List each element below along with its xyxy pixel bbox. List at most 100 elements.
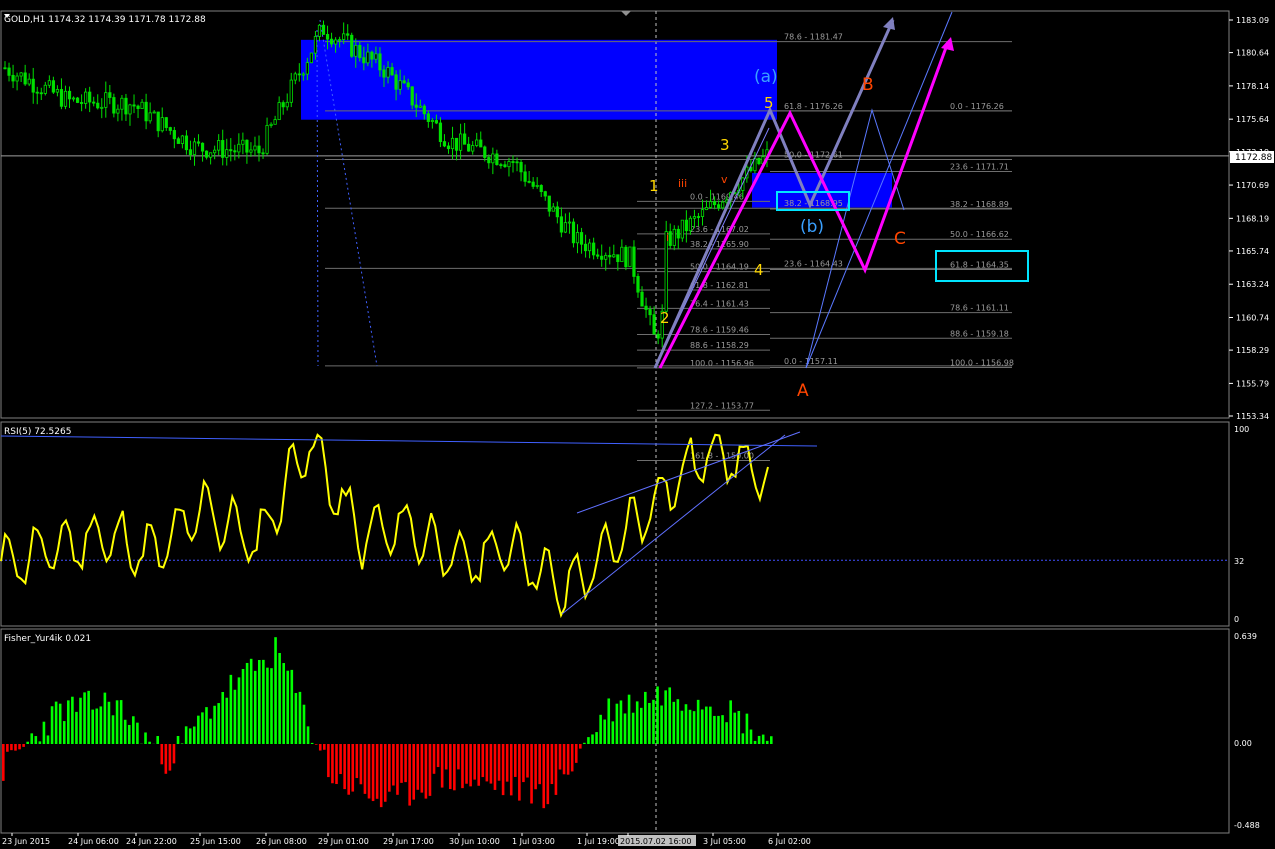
fisher-bar-negative <box>14 744 17 751</box>
candle-body <box>422 105 426 115</box>
fisher-bar-positive <box>99 706 103 744</box>
price-axis-label: 1168.19 <box>1236 214 1269 223</box>
fisher-bar-positive <box>290 669 294 744</box>
fisher-bar-positive <box>241 668 245 744</box>
rsi-header: RSI(5) 72.5265 <box>4 427 71 437</box>
candle-body <box>567 221 572 224</box>
fisher-bar-positive <box>79 697 82 744</box>
candle-body <box>717 204 721 209</box>
rsi-level-100: 100 <box>1234 425 1249 434</box>
mt4-chart-window: 0.0 - 1169.46 23.6 - 1167.02 38.2 - 1165.9… <box>0 0 1275 849</box>
candle-body <box>313 36 318 54</box>
rsi-line <box>0 431 1229 619</box>
fisher-bar-negative <box>314 744 318 745</box>
fisher-bar-negative <box>574 744 578 763</box>
candle-body <box>176 138 180 144</box>
fisher-bar-positive <box>656 686 659 744</box>
fisher-bar-positive <box>704 706 708 744</box>
fisher-bar-positive <box>717 715 720 744</box>
fisher-bar-negative <box>546 744 550 805</box>
candle-body <box>116 108 120 114</box>
fisher-bar-positive <box>132 716 135 744</box>
price-axis-label: 1183.09 <box>1236 16 1269 25</box>
candle-body <box>644 305 648 310</box>
chart-canvas[interactable]: 0.0 - 1169.4623.6 - 1167.0238.2 - 1165.9… <box>0 0 1275 849</box>
fisher-bar-positive <box>278 652 281 744</box>
candle-body <box>120 97 124 110</box>
candle-body <box>88 91 92 103</box>
candle-body <box>487 157 491 164</box>
fisher-bar-negative <box>416 744 420 790</box>
fisher-bar-positive <box>176 735 180 744</box>
price-axis-label: 1160.74 <box>1236 313 1269 322</box>
fisher-bar-positive <box>103 692 107 744</box>
fisher-bar-positive <box>615 703 619 744</box>
candle-body <box>414 104 418 108</box>
chart-shift-marker-icon[interactable] <box>621 11 631 16</box>
candle-body <box>35 91 39 94</box>
candle-body <box>301 73 305 76</box>
fib-right-label: 61.8 - 1164.35 <box>950 260 1009 269</box>
fisher-bar-negative <box>579 744 582 749</box>
rsi-level-0: 0 <box>1234 615 1239 624</box>
fisher-bar-positive <box>38 741 42 744</box>
candle-body <box>265 125 269 154</box>
fib-left-label: 100.0 - 1156.96 <box>690 359 754 368</box>
fisher-bar-negative <box>323 744 326 750</box>
candle-body <box>600 255 604 260</box>
fisher-bar-negative <box>408 744 411 806</box>
candle-body <box>382 69 386 78</box>
fisher-bar-negative <box>412 744 416 800</box>
candle-body <box>15 75 19 82</box>
candle-body <box>515 161 519 164</box>
fisher-bar-positive <box>627 694 631 744</box>
fisher-bar-positive <box>749 729 753 744</box>
candle-body <box>446 145 451 150</box>
candle-body <box>342 33 346 40</box>
fisher-bar-positive <box>221 691 225 744</box>
fisher-bar-positive <box>688 709 692 744</box>
candle-body <box>366 51 370 64</box>
fisher-bar-positive <box>217 703 220 744</box>
fisher-bar-negative <box>331 744 334 784</box>
candle-body <box>289 79 293 103</box>
fisher-bar-negative <box>10 744 13 751</box>
current-price-label: 1172.88 <box>1235 153 1272 163</box>
time-axis-label: 23 Jun 2015 <box>2 837 50 846</box>
candle-body <box>608 254 612 258</box>
wave-2-label: 2 <box>660 309 670 327</box>
candle-body <box>43 84 47 94</box>
fisher-bar-positive <box>599 714 602 744</box>
fisher-bar-positive <box>725 722 728 744</box>
fisher-bar-positive <box>115 700 119 744</box>
candle-body <box>503 164 507 168</box>
fisher-bar-positive <box>249 658 253 744</box>
fisher-bar-negative <box>493 744 497 790</box>
fisher-bar-negative <box>172 744 176 764</box>
fisher-bar-negative <box>347 744 350 795</box>
price-axis-label: 1155.79 <box>1236 379 1269 388</box>
axes: 1183.091180.641178.141175.641173.191170.… <box>2 16 1269 846</box>
fisher-bar-positive <box>83 692 86 744</box>
wave-b-paren-label: (b) <box>800 217 824 237</box>
fisher-bar-positive <box>188 728 192 744</box>
candle-body <box>696 216 701 218</box>
time-axis-label: 25 Jun 15:00 <box>190 837 241 846</box>
fisher-bar-negative <box>485 744 489 782</box>
candle-body <box>511 161 515 163</box>
fisher-bar-negative <box>428 744 432 796</box>
fisher-bar-positive <box>26 741 29 744</box>
fisher-bar-positive <box>765 740 769 744</box>
fisher-bar-positive <box>696 699 700 744</box>
fisher-bar-positive <box>664 690 667 744</box>
fisher-bar-positive <box>67 700 70 744</box>
fisher-bar-positive <box>274 637 277 744</box>
fisher-bar-negative <box>501 744 505 796</box>
wave-i-label: i <box>666 231 669 244</box>
fisher-level-max: 0.639 <box>1234 632 1257 641</box>
candle-body <box>229 149 233 152</box>
fisher-bar-negative <box>339 744 342 775</box>
fisher-bar-positive <box>310 742 314 744</box>
supply-zones <box>301 39 892 208</box>
fisher-bar-positive <box>595 732 598 744</box>
